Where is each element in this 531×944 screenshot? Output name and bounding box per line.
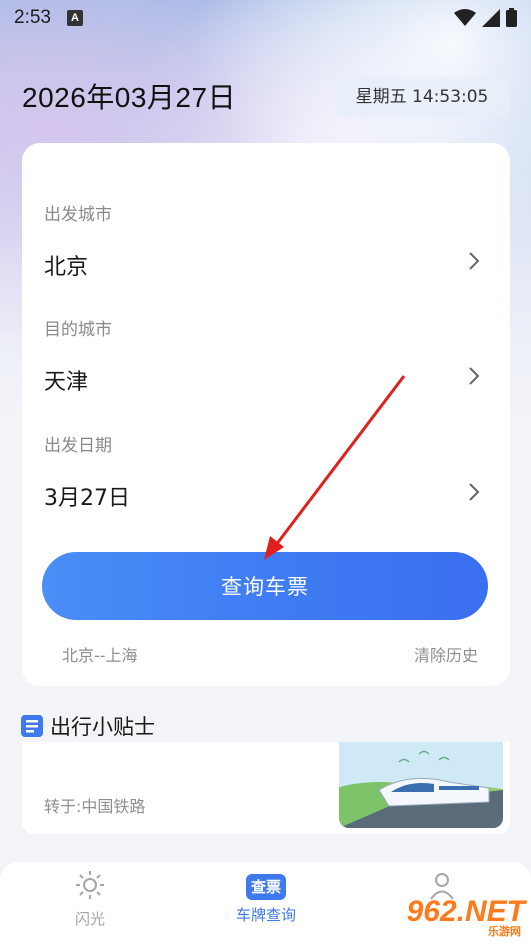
ticket-search-card: 出发城市 北京 目的城市 天津 出发日期 3月27日 查询车票 北京--上海 清… — [22, 143, 510, 686]
weekday-clock: 星期五 14:53:05 — [335, 77, 509, 117]
tab-plate-query[interactable]: 查票 车牌查询 — [196, 870, 336, 925]
departure-city[interactable]: 北京 — [44, 249, 88, 281]
status-bar: 2:53 A — [0, 0, 531, 36]
train-illustration — [339, 742, 503, 828]
wifi-icon — [454, 8, 476, 26]
document-icon — [21, 715, 43, 737]
status-icons — [454, 8, 517, 27]
destination-city[interactable]: 天津 — [44, 364, 88, 396]
departure-label: 出发城市 — [44, 205, 112, 225]
departure-date[interactable]: 3月27日 — [44, 480, 130, 512]
notification-icon: A — [66, 10, 83, 26]
chevron-right-icon[interactable] — [466, 249, 482, 273]
status-time: 2:53 — [14, 7, 51, 28]
chevron-right-icon[interactable] — [466, 364, 482, 388]
clear-history-button[interactable]: 清除历史 — [414, 642, 478, 666]
chevron-right-icon[interactable] — [466, 480, 482, 504]
article-source: 转于:中国铁路 — [44, 797, 146, 816]
tab-label: 车牌查询 — [235, 906, 296, 924]
tips-header: 出行小贴士 — [20, 711, 155, 741]
tab-flash[interactable]: 闪光 — [20, 870, 160, 929]
history-item[interactable]: 北京--上海 — [62, 642, 138, 666]
tips-title: 出行小贴士 — [50, 715, 155, 739]
ticket-query-icon: 查票 — [246, 874, 286, 900]
watermark-subtext: 乐游网 — [488, 925, 521, 938]
tab-label: 闪光 — [74, 910, 105, 928]
destination-label: 目的城市 — [44, 320, 112, 340]
search-tickets-button[interactable]: 查询车票 — [42, 552, 488, 620]
sun-icon — [76, 871, 104, 899]
current-date: 2026年03月27日 — [22, 82, 237, 113]
signal-icon — [482, 8, 500, 27]
battery-icon — [506, 8, 517, 27]
date-label: 出发日期 — [44, 436, 112, 456]
tips-article-card[interactable]: 转于:中国铁路 — [22, 742, 510, 834]
